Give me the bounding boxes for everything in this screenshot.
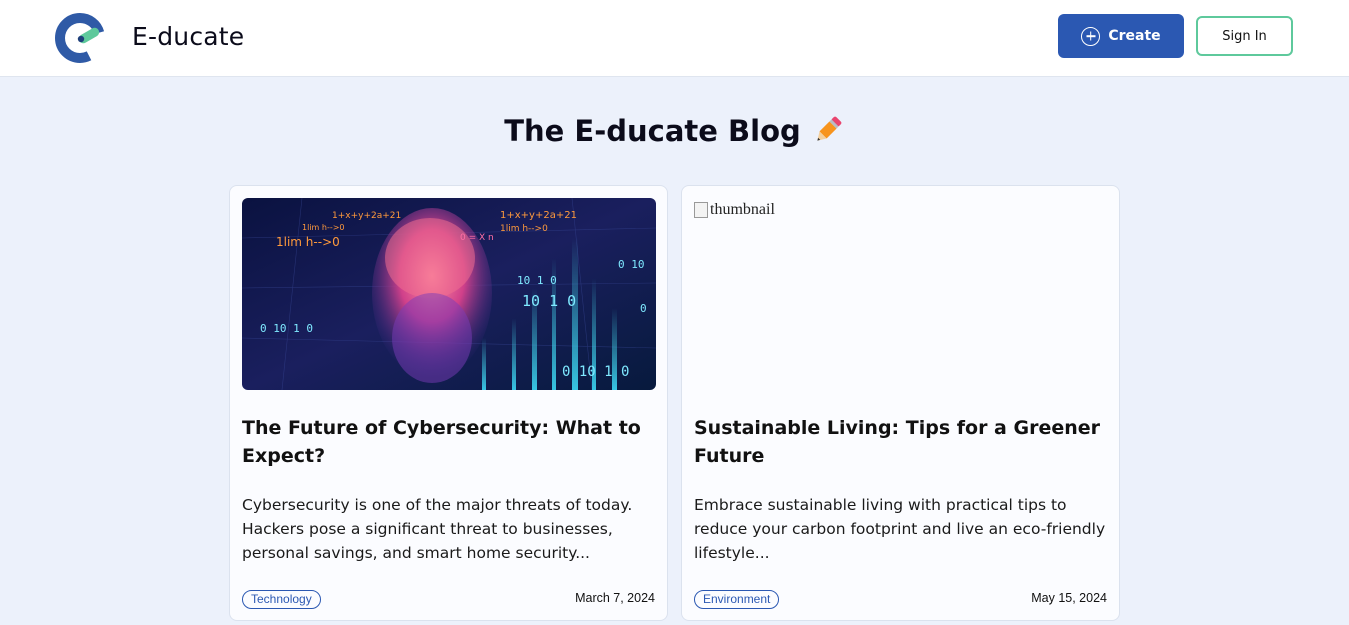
post-date: May 15, 2024 xyxy=(1031,591,1107,605)
svg-text:0 10 1 0: 0 10 1 0 xyxy=(260,322,313,335)
category-tag[interactable]: Technology xyxy=(242,590,321,609)
post-excerpt: Embrace sustainable living with practica… xyxy=(694,496,1106,562)
page-title-text: The E-ducate Blog xyxy=(504,114,801,148)
svg-text:1lim h-->0: 1lim h-->0 xyxy=(276,235,340,249)
site-header: E-ducate Create Sign In xyxy=(0,0,1349,77)
svg-text:1lim h-->0: 1lim h-->0 xyxy=(500,224,548,234)
create-button-label: Create xyxy=(1108,28,1161,44)
svg-text:10 1 0: 10 1 0 xyxy=(522,292,576,310)
brand-name[interactable]: E-ducate xyxy=(132,22,244,51)
thumbnail-alt-text: thumbnail xyxy=(710,201,775,218)
blog-card[interactable]: 0 10 1 0 10 1 0 10 1 0 0 10 0 0 10 1 0 1… xyxy=(229,185,668,621)
svg-text:0 = X n: 0 = X n xyxy=(460,233,494,243)
svg-text:10 1 0: 10 1 0 xyxy=(517,274,557,287)
svg-text:1+x+y+2a+21: 1+x+y+2a+21 xyxy=(332,211,401,221)
post-thumbnail[interactable]: 0 10 1 0 10 1 0 10 1 0 0 10 0 0 10 1 0 1… xyxy=(242,198,656,390)
post-title[interactable]: Sustainable Living: Tips for a Greener F… xyxy=(694,414,1108,470)
svg-text:1+x+y+2a+21: 1+x+y+2a+21 xyxy=(500,210,577,221)
plus-circle-icon xyxy=(1081,26,1101,46)
post-thumbnail[interactable]: thumbnail xyxy=(694,201,775,219)
page-title: The E-ducate Blog xyxy=(0,114,1349,148)
post-title[interactable]: The Future of Cybersecurity: What to Exp… xyxy=(242,414,656,470)
svg-text:0 10: 0 10 xyxy=(618,258,645,271)
blog-card[interactable]: thumbnail Sustainable Living: Tips for a… xyxy=(681,185,1120,621)
pencil-icon xyxy=(817,116,842,141)
cyber-face-image: 0 10 1 0 10 1 0 10 1 0 0 10 0 0 10 1 0 1… xyxy=(242,198,656,390)
svg-text:0 10 1 0: 0 10 1 0 xyxy=(562,364,629,380)
broken-image-icon xyxy=(694,202,708,218)
post-excerpt: Cybersecurity is one of the major threat… xyxy=(242,496,633,562)
sign-in-button[interactable]: Sign In xyxy=(1196,16,1293,56)
svg-text:0: 0 xyxy=(640,302,647,315)
post-date: March 7, 2024 xyxy=(575,591,655,605)
create-button[interactable]: Create xyxy=(1058,14,1184,58)
category-tag[interactable]: Environment xyxy=(694,590,780,609)
svg-text:1lim h-->0: 1lim h-->0 xyxy=(302,223,345,232)
educate-logo-icon[interactable] xyxy=(54,12,106,64)
